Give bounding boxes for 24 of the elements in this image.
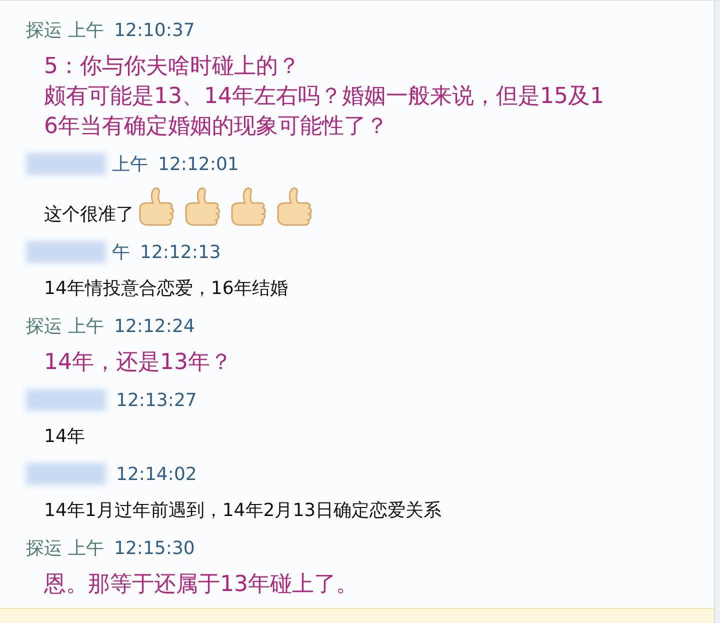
message-text: 恩。那等于还属于13年碰上了。 bbox=[44, 571, 358, 599]
message-text: 14年1月过年前遇到，14年2月13日确定恋爱关系 bbox=[44, 499, 442, 523]
time-period: 上午 bbox=[68, 314, 104, 338]
time-period: 午 bbox=[112, 240, 130, 264]
message-text: 14年，还是13年？ bbox=[44, 349, 232, 377]
timestamp: 12:13:27 bbox=[116, 388, 197, 412]
timestamp: 12:12:24 bbox=[114, 314, 195, 338]
message-text: 14年 bbox=[44, 425, 85, 449]
timestamp: 12:10:37 bbox=[114, 18, 195, 42]
timestamp: 12:15:30 bbox=[114, 536, 195, 560]
sender-name: 探运 bbox=[26, 18, 62, 42]
message-text: 14年情投意合恋爱，16年结婚 bbox=[44, 277, 288, 301]
time-period: 上午 bbox=[68, 536, 104, 560]
message-text: 这个很准了 bbox=[44, 203, 134, 227]
time-period: 上午 bbox=[68, 18, 104, 42]
message-text: 颇有可能是13、14年左右吗？婚姻一般来说，但是15及1 bbox=[44, 83, 604, 111]
sender-name: 探运 bbox=[26, 536, 62, 560]
timestamp: 12:12:01 bbox=[158, 152, 239, 176]
timestamp: 12:12:13 bbox=[140, 240, 221, 264]
message-text: 6年当有确定婚姻的现象可能性了？ bbox=[44, 113, 388, 141]
message-text: 5：你与你夫啥时碰上的？ bbox=[44, 53, 300, 81]
time-period: 上午 bbox=[112, 152, 148, 176]
timestamp: 12:14:02 bbox=[116, 462, 197, 486]
sender-name: 探运 bbox=[26, 314, 62, 338]
